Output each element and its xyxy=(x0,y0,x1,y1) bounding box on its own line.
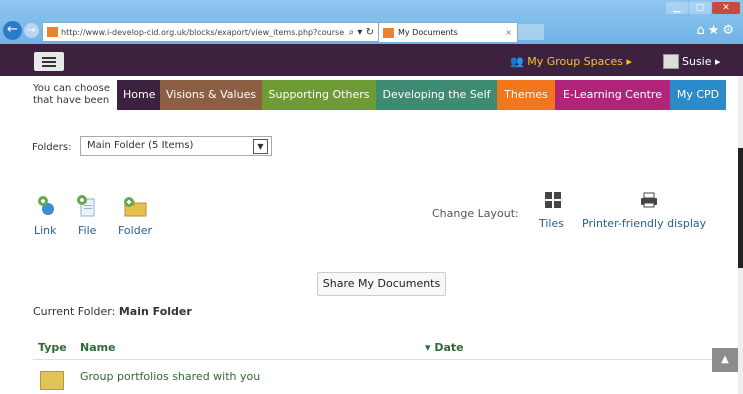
my-group-spaces-link[interactable]: 👥 My Group Spaces ▸ xyxy=(510,55,632,68)
printer-icon[interactable] xyxy=(640,192,658,208)
menu-icon[interactable] xyxy=(34,52,64,71)
group-icon: 👥 xyxy=(510,55,524,68)
browser-tools[interactable]: ⌂★⚙ xyxy=(696,23,737,38)
address-controls[interactable]: ⌕ ▾ ↻ xyxy=(349,27,374,38)
nav-tab-developing-self[interactable]: Developing the Self xyxy=(376,80,497,110)
change-layout-label: Change Layout: xyxy=(432,207,519,220)
shared-folder-icon xyxy=(40,371,64,390)
nav-tab-visions-values[interactable]: Visions & Values xyxy=(160,80,262,110)
back-button[interactable]: ← xyxy=(3,21,22,40)
chevron-down-icon[interactable]: ▼ xyxy=(253,139,268,154)
nav-tab-e-learning[interactable]: E-Learning Centre xyxy=(555,80,670,110)
tab-close-icon[interactable]: × xyxy=(505,28,512,37)
main-nav-tabs: Home Visions & Values Supporting Others … xyxy=(117,80,726,110)
tiles-icon[interactable] xyxy=(545,192,561,208)
nav-tab-supporting-others[interactable]: Supporting Others xyxy=(262,80,376,110)
link-icon[interactable] xyxy=(37,195,57,217)
column-header-date[interactable]: ▾ Date xyxy=(425,341,464,354)
column-header-name[interactable]: Name xyxy=(80,341,116,354)
tiles-layout-link[interactable]: Tiles xyxy=(539,217,564,230)
close-window-button[interactable]: ✕ xyxy=(712,2,740,14)
back-icon: ← xyxy=(7,22,18,37)
avatar-icon xyxy=(663,54,679,69)
printer-friendly-link[interactable]: Printer-friendly display xyxy=(582,217,706,230)
address-url[interactable]: http://www.i-develop-cid.org.uk/blocks/e… xyxy=(61,28,349,37)
window-controls: ▁ ▢ ✕ xyxy=(666,2,740,14)
tab-title: My Documents xyxy=(398,28,458,37)
table-divider xyxy=(33,359,728,360)
folder-icon[interactable] xyxy=(123,197,147,217)
table-row-name[interactable]: Group portfolios shared with you xyxy=(80,370,260,383)
forward-icon: → xyxy=(27,25,36,36)
current-folder-name: Main Folder xyxy=(118,305,192,318)
add-folder-label[interactable]: Folder xyxy=(118,224,152,237)
forward-button[interactable]: → xyxy=(24,23,39,38)
scrollbar-thumb[interactable] xyxy=(738,148,743,268)
folders-label: Folders: xyxy=(32,142,72,153)
current-folder: Current Folder: Main Folder xyxy=(33,305,192,318)
group-spaces-label: My Group Spaces ▸ xyxy=(527,55,632,68)
intro-text: You can choose that have been xyxy=(33,83,110,106)
file-icon[interactable] xyxy=(77,195,95,217)
browser-tab-my-documents[interactable]: My Documents × xyxy=(378,22,518,42)
user-name: Susie ▸ xyxy=(682,55,721,68)
scroll-top-icon[interactable]: ▲ xyxy=(712,348,738,372)
add-file-label[interactable]: File xyxy=(78,224,96,237)
add-link-label[interactable]: Link xyxy=(34,224,57,237)
tab-favicon xyxy=(383,27,394,38)
user-menu[interactable]: Susie ▸ xyxy=(663,54,721,69)
current-folder-label: Current Folder: xyxy=(33,305,116,318)
nav-tab-home[interactable]: Home xyxy=(117,80,160,110)
scrollbar[interactable] xyxy=(738,76,743,394)
minimize-button[interactable]: ▁ xyxy=(666,2,688,14)
address-bar[interactable]: http://www.i-develop-cid.org.uk/blocks/e… xyxy=(42,22,379,42)
share-my-documents-button[interactable]: Share My Documents xyxy=(317,272,446,296)
site-favicon xyxy=(47,27,58,37)
column-header-type[interactable]: Type xyxy=(38,341,67,354)
new-tab-button[interactable] xyxy=(518,24,544,40)
folder-select[interactable]: Main Folder (5 Items) ▼ xyxy=(80,136,272,156)
browser-chrome: ▁ ▢ ✕ ← → http://www.i-develop-cid.org.u… xyxy=(0,0,743,44)
nav-tab-themes[interactable]: Themes xyxy=(497,80,555,110)
maximize-button[interactable]: ▢ xyxy=(689,2,711,14)
folder-select-value: Main Folder (5 Items) xyxy=(87,140,194,151)
nav-tab-my-cpd[interactable]: My CPD xyxy=(670,80,726,110)
